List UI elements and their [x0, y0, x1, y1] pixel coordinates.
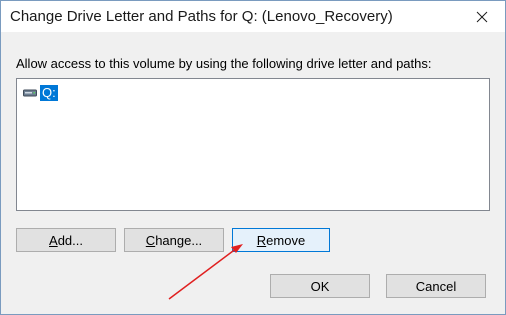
- dialog-window: Change Drive Letter and Paths for Q: (Le…: [0, 0, 506, 315]
- title-bar[interactable]: Change Drive Letter and Paths for Q: (Le…: [1, 1, 505, 32]
- drive-icon: [23, 89, 37, 97]
- add-button[interactable]: Add...: [16, 228, 116, 252]
- instruction-label: Allow access to this volume by using the…: [16, 56, 432, 71]
- remove-button-label: emove: [266, 232, 306, 248]
- cancel-button[interactable]: Cancel: [386, 274, 486, 298]
- add-button-label: dd...: [57, 232, 83, 248]
- add-button-mnemonic: A: [49, 232, 58, 248]
- drive-paths-list[interactable]: Q:: [16, 78, 490, 211]
- close-icon: [476, 11, 488, 22]
- remove-button-mnemonic: R: [256, 232, 267, 248]
- list-item[interactable]: Q:: [23, 85, 58, 101]
- change-button-mnemonic: C: [145, 232, 156, 248]
- window-title: Change Drive Letter and Paths for Q: (Le…: [10, 8, 393, 25]
- dialog-body: Allow access to this volume by using the…: [1, 32, 505, 314]
- remove-button[interactable]: Remove: [232, 228, 330, 252]
- change-button-label: hange...: [155, 232, 203, 248]
- change-button[interactable]: Change...: [124, 228, 224, 252]
- close-button[interactable]: [459, 1, 505, 32]
- list-item-label: Q:: [40, 85, 58, 101]
- ok-button[interactable]: OK: [270, 274, 370, 298]
